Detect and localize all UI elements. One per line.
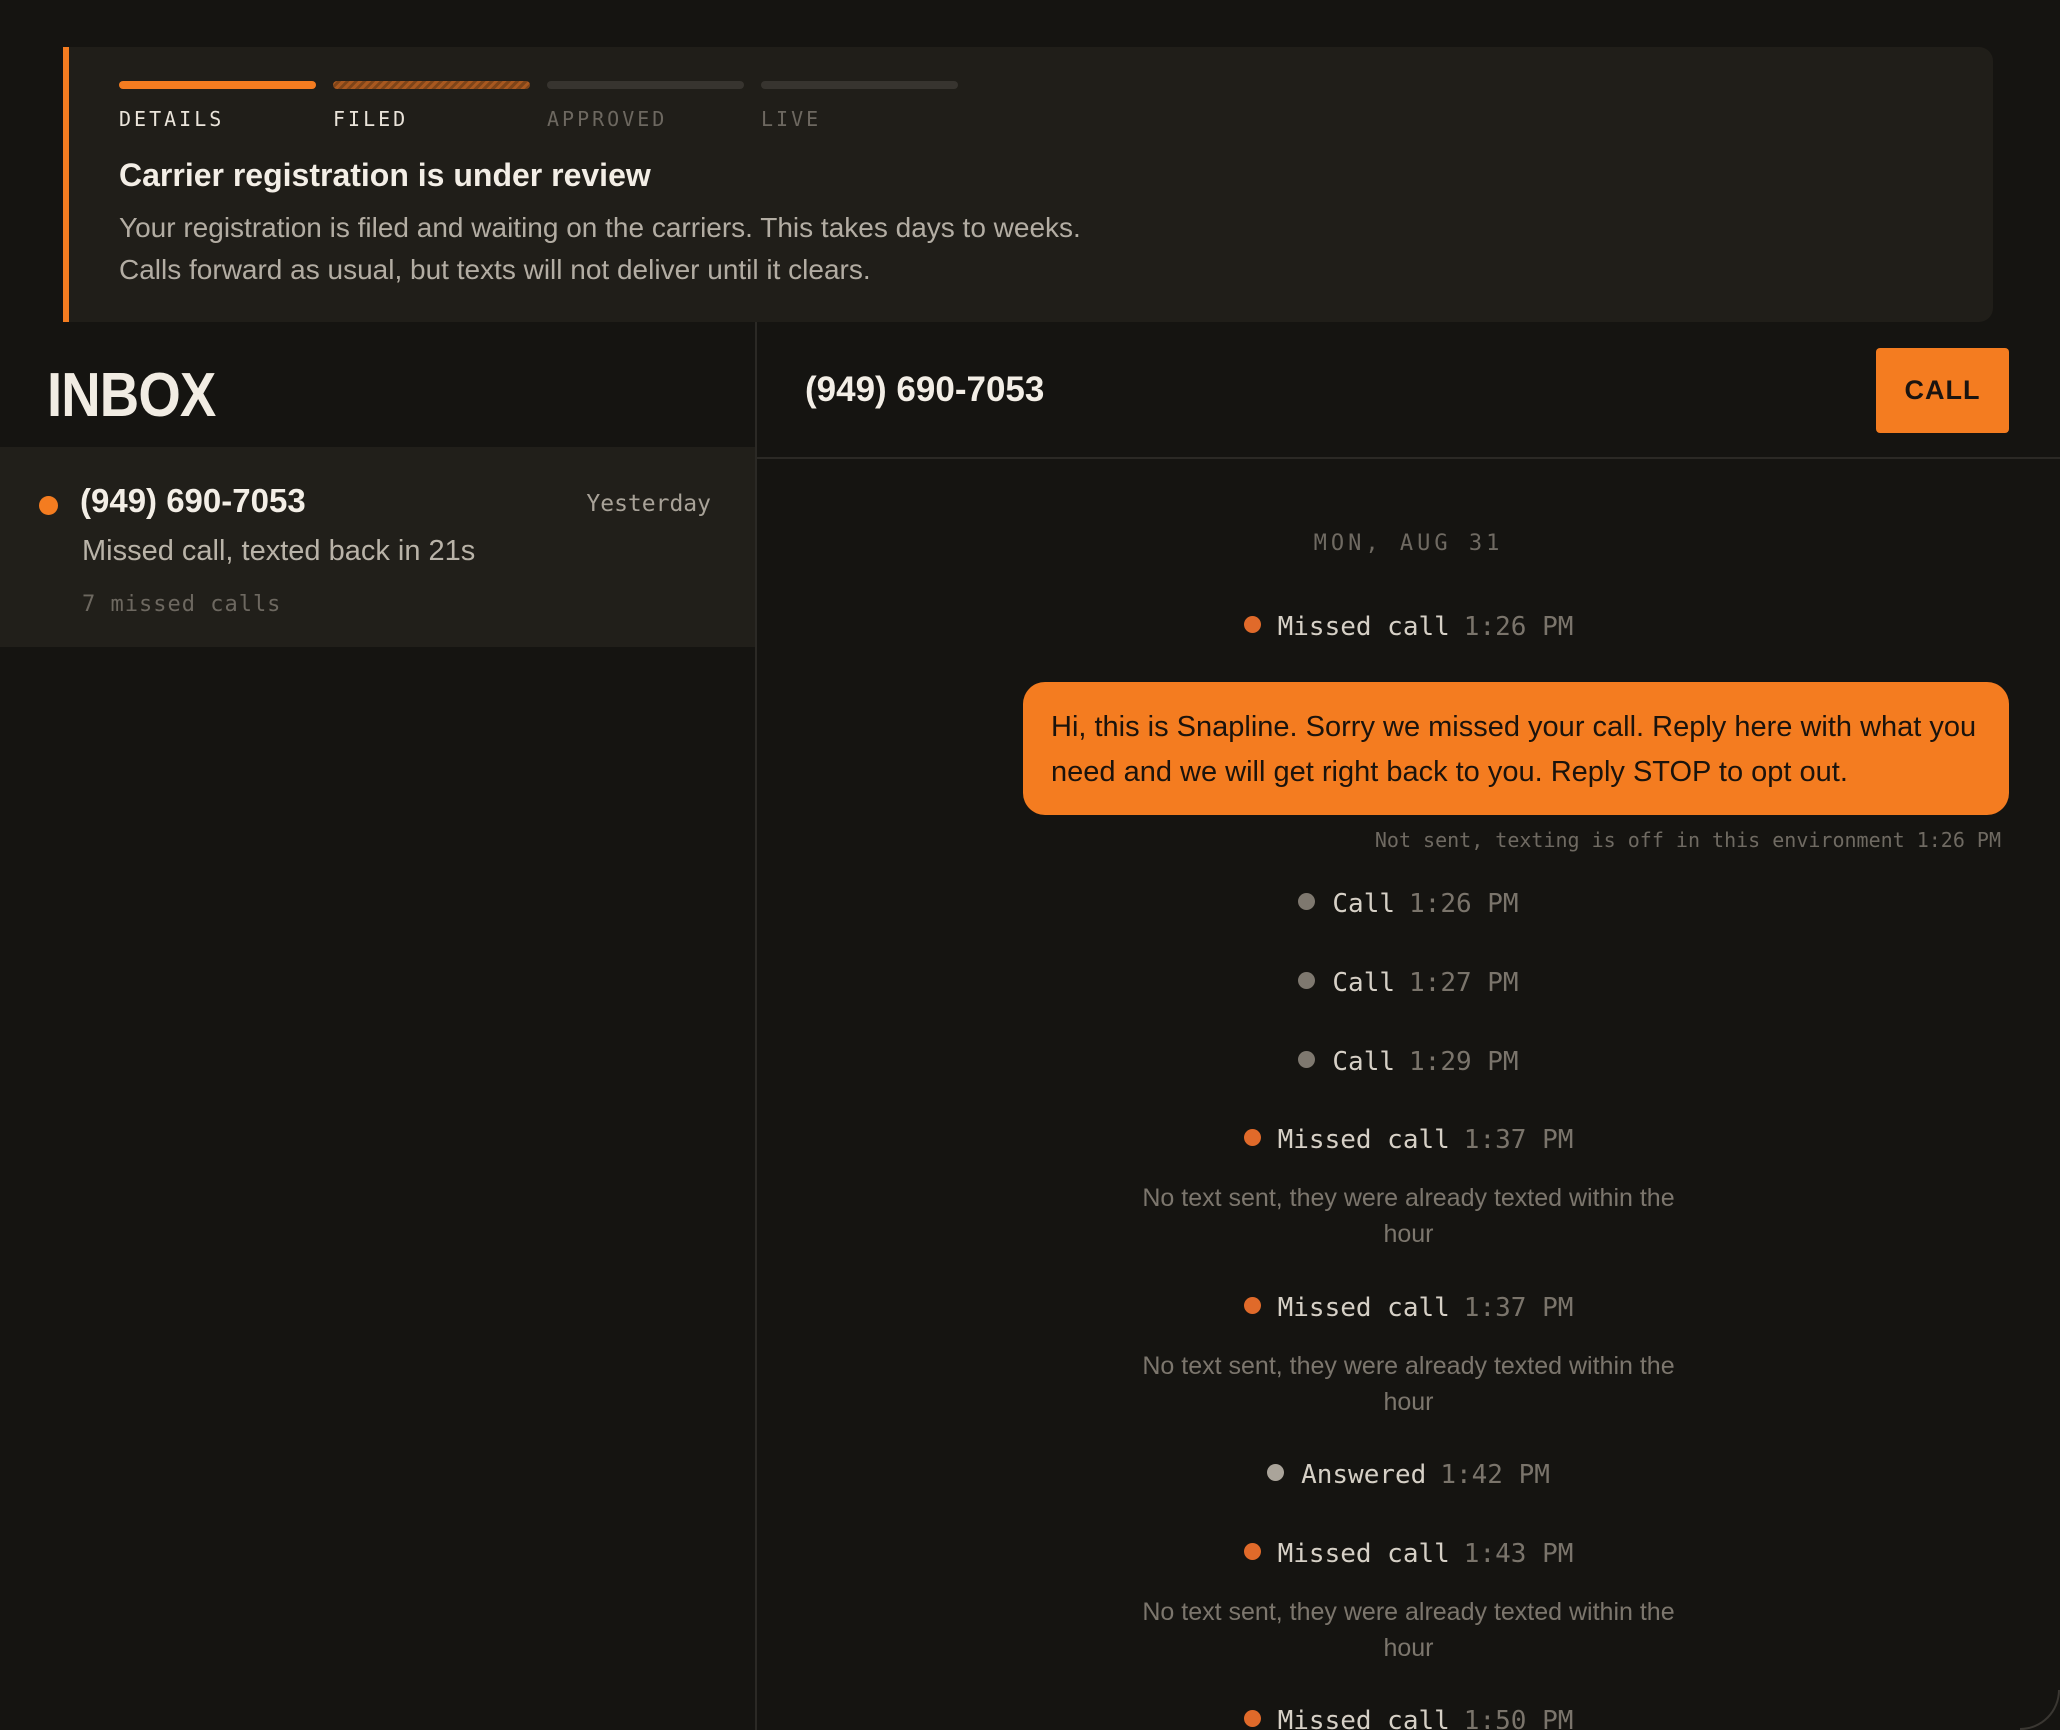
call-event: Missed call 1:37 PM: [757, 1293, 2060, 1323]
banner-description-line-2: Calls forward as usual, but texts will n…: [119, 254, 871, 285]
step-details-label: DETAILS: [119, 107, 225, 131]
call-event-label: Missed call: [1277, 612, 1450, 642]
call-event: Missed call 1:50 PM: [757, 1706, 2060, 1730]
call-event-note: No text sent, they were already texted w…: [757, 1348, 2060, 1420]
call-event-note-line-1: No text sent, they were already texted w…: [1142, 1184, 1675, 1212]
conversation-timestamp: Yesterday: [586, 491, 711, 517]
message-thread[interactable]: MON, AUG 31 Missed call 1:26 PM Hi, this …: [757, 459, 2060, 1730]
step-filed: FILED: [333, 81, 530, 131]
call-event-time: 1:29 PM: [1409, 1047, 1519, 1077]
registration-status-banner: DETAILS FILED APPROVED LIVE Carrier regi…: [63, 47, 1993, 322]
call-event-time: 1:26 PM: [1409, 889, 1519, 919]
call-event-label: Call: [1332, 968, 1396, 998]
step-live: LIVE: [761, 81, 958, 131]
missed-call-dot-icon: [1243, 1297, 1261, 1314]
call-event: Missed call 1:43 PM: [757, 1539, 2060, 1569]
call-event-time: 1:42 PM: [1440, 1460, 1550, 1490]
call-button[interactable]: CALL: [1876, 348, 2009, 433]
step-filed-bar: [333, 81, 530, 89]
call-event: Missed call 1:26 PM: [757, 612, 2060, 642]
call-event-time: 1:50 PM: [1463, 1706, 1574, 1730]
call-event: Call 1:26 PM: [757, 889, 2060, 919]
missed-call-dot-icon: [1243, 1129, 1261, 1146]
call-dot-icon: [1298, 972, 1316, 989]
call-event-time: 1:26 PM: [1463, 612, 1574, 642]
banner-description-line-1: Your registration is filed and waiting o…: [119, 212, 1081, 243]
step-approved-label: APPROVED: [547, 107, 668, 131]
step-approved: APPROVED: [547, 81, 744, 131]
unread-dot-icon: [39, 496, 58, 515]
missed-call-dot-icon: [1243, 616, 1261, 633]
conversation-preview: Missed call, texted back in 21s: [82, 535, 476, 567]
outgoing-message-bubble: Hi, this is Snapline. Sorry we missed yo…: [1023, 682, 2009, 815]
call-event-label: Missed call: [1277, 1706, 1450, 1730]
step-filed-label: FILED: [333, 107, 409, 131]
registration-progress-steps: DETAILS FILED APPROVED LIVE: [119, 81, 958, 131]
call-event-note-line-2: hour: [1383, 1634, 1434, 1662]
step-approved-bar: [547, 81, 744, 89]
call-dot-icon: [1298, 893, 1316, 910]
call-dot-icon: [1298, 1051, 1316, 1068]
call-event: Call 1:27 PM: [757, 968, 2060, 998]
date-divider: MON, AUG 31: [1313, 531, 1504, 556]
missed-call-count: 7 missed calls: [82, 592, 282, 617]
call-event-note-line-2: hour: [1383, 1220, 1434, 1248]
call-event-label: Answered: [1301, 1460, 1427, 1490]
thread-header: (949) 690-7053 CALL: [757, 322, 2060, 459]
call-event: Missed call 1:37 PM: [757, 1125, 2060, 1155]
inbox-title: INBOX: [47, 361, 216, 430]
answered-call-dot-icon: [1267, 1464, 1285, 1481]
step-live-bar: [761, 81, 958, 89]
call-event-note: No text sent, they were already texted w…: [757, 1594, 2060, 1666]
step-details-bar: [119, 81, 316, 89]
call-event-label: Call: [1332, 1047, 1396, 1077]
step-details: DETAILS: [119, 81, 316, 131]
banner-title: Carrier registration is under review: [119, 157, 651, 193]
missed-call-dot-icon: [1243, 1710, 1261, 1727]
call-event-label: Missed call: [1277, 1293, 1450, 1323]
message-time: 1:26 PM: [1916, 828, 2001, 852]
call-event-time: 1:27 PM: [1409, 968, 1519, 998]
call-event-label: Call: [1332, 889, 1396, 919]
missed-call-dot-icon: [1243, 1543, 1261, 1560]
call-event-time: 1:37 PM: [1463, 1293, 1574, 1323]
call-event: Call 1:29 PM: [757, 1047, 2060, 1077]
banner-description: Your registration is filed and waiting o…: [119, 207, 1081, 291]
call-event-note-line-1: No text sent, they were already texted w…: [1142, 1352, 1675, 1380]
message-status-text: Not sent, texting is off in this environ…: [1374, 828, 1905, 852]
call-event-time: 1:43 PM: [1463, 1539, 1574, 1569]
step-live-label: LIVE: [761, 107, 822, 131]
call-event-label: Missed call: [1277, 1539, 1450, 1569]
call-event-note-line-1: No text sent, they were already texted w…: [1142, 1598, 1675, 1626]
message-status: Not sent, texting is off in this environ…: [1375, 828, 2001, 852]
call-event-time: 1:37 PM: [1463, 1125, 1574, 1155]
call-event-note-line-2: hour: [1383, 1388, 1434, 1416]
call-event-label: Missed call: [1277, 1125, 1450, 1155]
thread-contact-name: (949) 690-7053: [805, 370, 1045, 409]
call-event-note: No text sent, they were already texted w…: [757, 1180, 2060, 1252]
conversation-list-item[interactable]: (949) 690-7053 Yesterday Missed call, te…: [0, 447, 755, 647]
call-event: Answered 1:42 PM: [757, 1460, 2060, 1490]
conversation-contact-name: (949) 690-7053: [80, 482, 306, 519]
